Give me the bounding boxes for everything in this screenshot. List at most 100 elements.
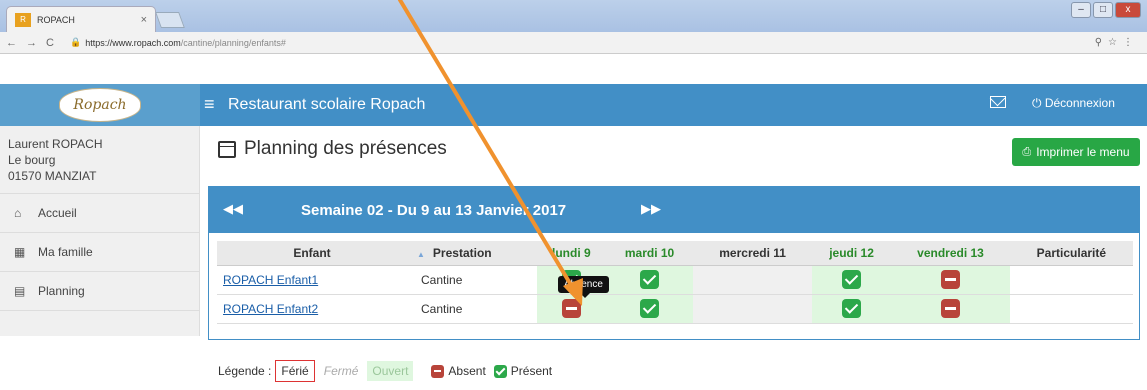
window-controls: – □ x <box>1071 2 1141 18</box>
day-cell[interactable] <box>605 294 694 324</box>
day-cell[interactable] <box>891 265 1010 295</box>
column-header-enfant[interactable]: Enfant <box>217 241 407 266</box>
legend-absent: Absent <box>431 364 486 378</box>
mail-icon[interactable] <box>990 96 1006 108</box>
legend-present-label: Présent <box>510 364 553 378</box>
column-header-prestation-label: Prestation <box>432 245 492 260</box>
sidebar-item-label: Accueil <box>38 206 77 220</box>
absent-icon[interactable] <box>561 299 581 318</box>
day-cell[interactable] <box>811 265 892 295</box>
grid-icon: ▦ <box>14 245 26 259</box>
legend-present: Présent <box>493 364 553 378</box>
url-host: https://www.ropach.com <box>85 37 181 48</box>
sidebar-item-label: Planning <box>38 284 85 298</box>
column-header-day: jeudi 12 <box>811 241 892 266</box>
calendar-icon <box>218 140 236 158</box>
child-name-cell: ROPACH Enfant1 <box>217 265 407 295</box>
week-title: Semaine 02 - Du 9 au 13 Janvier 2017 <box>301 202 567 219</box>
maximize-button[interactable]: □ <box>1093 2 1113 18</box>
legend-ferie: Férié <box>275 360 315 382</box>
absence-tooltip: Absence <box>558 276 609 298</box>
sidebar-item-ma-famille[interactable]: ▦ Ma famille <box>0 233 199 272</box>
logout-button[interactable]: ⏻ Déconnexion <box>1032 96 1115 111</box>
user-address-line1: Le bourg <box>8 153 56 167</box>
browser-tab[interactable]: R ROPACH × <box>6 6 156 32</box>
close-tab-icon[interactable]: × <box>141 14 147 26</box>
present-icon[interactable] <box>842 299 862 318</box>
particularite-cell <box>1009 294 1133 324</box>
user-address-line2: 01570 MANZIAT <box>8 169 97 183</box>
print-menu-label: Imprimer le menu <box>1036 145 1130 159</box>
calendar-icon: ▤ <box>14 284 26 298</box>
day-cell[interactable] <box>537 294 606 324</box>
hamburger-menu-icon[interactable]: ≡ <box>204 94 215 115</box>
sidebar-item-accueil[interactable]: ⌂ Accueil <box>0 194 199 233</box>
previous-week-button[interactable]: ◀◀ <box>223 201 243 217</box>
prestation-cell: Cantine <box>407 294 537 324</box>
logo[interactable]: Ropach <box>0 84 200 126</box>
column-header-day: mardi 10 <box>605 241 694 266</box>
present-icon[interactable] <box>842 270 862 289</box>
close-window-button[interactable]: x <box>1115 2 1141 18</box>
column-header-prestation[interactable]: ▲ Prestation <box>407 241 537 266</box>
url-field[interactable]: 🔒 https://www.ropach.com/cantine/plannin… <box>70 37 286 48</box>
reload-icon[interactable]: C <box>46 37 60 49</box>
page-title: Planning des présences <box>218 138 447 160</box>
child-name-link[interactable]: ROPACH Enfant2 <box>223 302 318 316</box>
sort-asc-icon: ▲ <box>417 249 425 259</box>
absent-icon[interactable] <box>940 270 960 289</box>
sidebar-item-planning[interactable]: ▤ Planning <box>0 272 199 311</box>
present-icon <box>493 364 507 378</box>
lock-icon: 🔒 <box>70 37 82 47</box>
particularite-cell <box>1009 265 1133 295</box>
legend-absent-label: Absent <box>448 364 486 378</box>
child-name-link[interactable]: ROPACH Enfant1 <box>223 273 318 287</box>
print-menu-button[interactable]: ⎙ Imprimer le menu <box>1012 138 1140 166</box>
week-panel: ◀◀ Semaine 02 - Du 9 au 13 Janvier 2017 … <box>208 186 1140 340</box>
user-name: Laurent ROPACH <box>8 137 103 151</box>
day-cell <box>693 265 812 295</box>
table-row: ROPACH Enfant2 Cantine <box>217 294 1133 324</box>
back-icon[interactable]: ← <box>6 37 20 49</box>
new-tab-button[interactable] <box>155 12 185 28</box>
present-icon[interactable] <box>640 270 660 289</box>
tab-title: ROPACH <box>37 14 75 25</box>
legend: Légende : Férié Fermé Ouvert Absent Prés… <box>218 360 552 382</box>
page-title-text: Planning des présences <box>244 138 447 159</box>
table-row: ROPACH Enfant1 Cantine <box>217 265 1133 295</box>
next-week-button[interactable]: ▶▶ <box>641 201 661 217</box>
browser-tab-bar: R ROPACH × – □ x <box>0 0 1147 32</box>
address-bar: ← → C 🔒 https://www.ropach.com/cantine/p… <box>0 32 1147 54</box>
present-icon[interactable] <box>640 299 660 318</box>
absent-icon[interactable] <box>940 299 960 318</box>
minimize-button[interactable]: – <box>1071 2 1091 18</box>
legend-ouvert: Ouvert <box>367 361 414 381</box>
legend-label: Légende : <box>218 364 272 378</box>
planning-table: Enfant ▲ Prestation lundi 9 mardi 10 merc… <box>217 241 1133 324</box>
app-title: Restaurant scolaire Ropach <box>228 96 426 113</box>
day-cell[interactable] <box>811 294 892 324</box>
user-info: Laurent ROPACH Le bourg 01570 MANZIAT <box>0 126 199 194</box>
logout-label: Déconnexion <box>1044 96 1115 110</box>
day-cell <box>693 294 812 324</box>
sidebar: Laurent ROPACH Le bourg 01570 MANZIAT ⌂ … <box>0 126 200 336</box>
browser-toolbar-icons[interactable]: ⚲☆⋮ <box>1095 37 1139 48</box>
day-cell[interactable] <box>891 294 1010 324</box>
sidebar-item-label: Ma famille <box>38 245 93 259</box>
favicon-icon: R <box>15 12 31 27</box>
column-header-day: mercredi 11 <box>693 241 812 266</box>
column-header-day: vendredi 13 <box>891 241 1010 266</box>
prestation-cell: Cantine <box>407 265 537 295</box>
home-icon: ⌂ <box>14 206 22 220</box>
forward-icon[interactable]: → <box>26 37 40 49</box>
print-icon: ⎙ <box>1022 145 1032 158</box>
absent-icon <box>431 364 445 378</box>
day-cell[interactable] <box>605 265 694 295</box>
column-header-particularite: Particularité <box>1009 241 1133 266</box>
table-header-row: Enfant ▲ Prestation lundi 9 mardi 10 merc… <box>217 241 1133 266</box>
legend-ferme: Fermé <box>323 364 359 378</box>
child-name-cell: ROPACH Enfant2 <box>217 294 407 324</box>
week-header: ◀◀ Semaine 02 - Du 9 au 13 Janvier 2017 … <box>209 187 1139 233</box>
column-header-day: lundi 9 <box>537 241 606 266</box>
url-path: /cantine/planning/enfants# <box>180 37 286 48</box>
